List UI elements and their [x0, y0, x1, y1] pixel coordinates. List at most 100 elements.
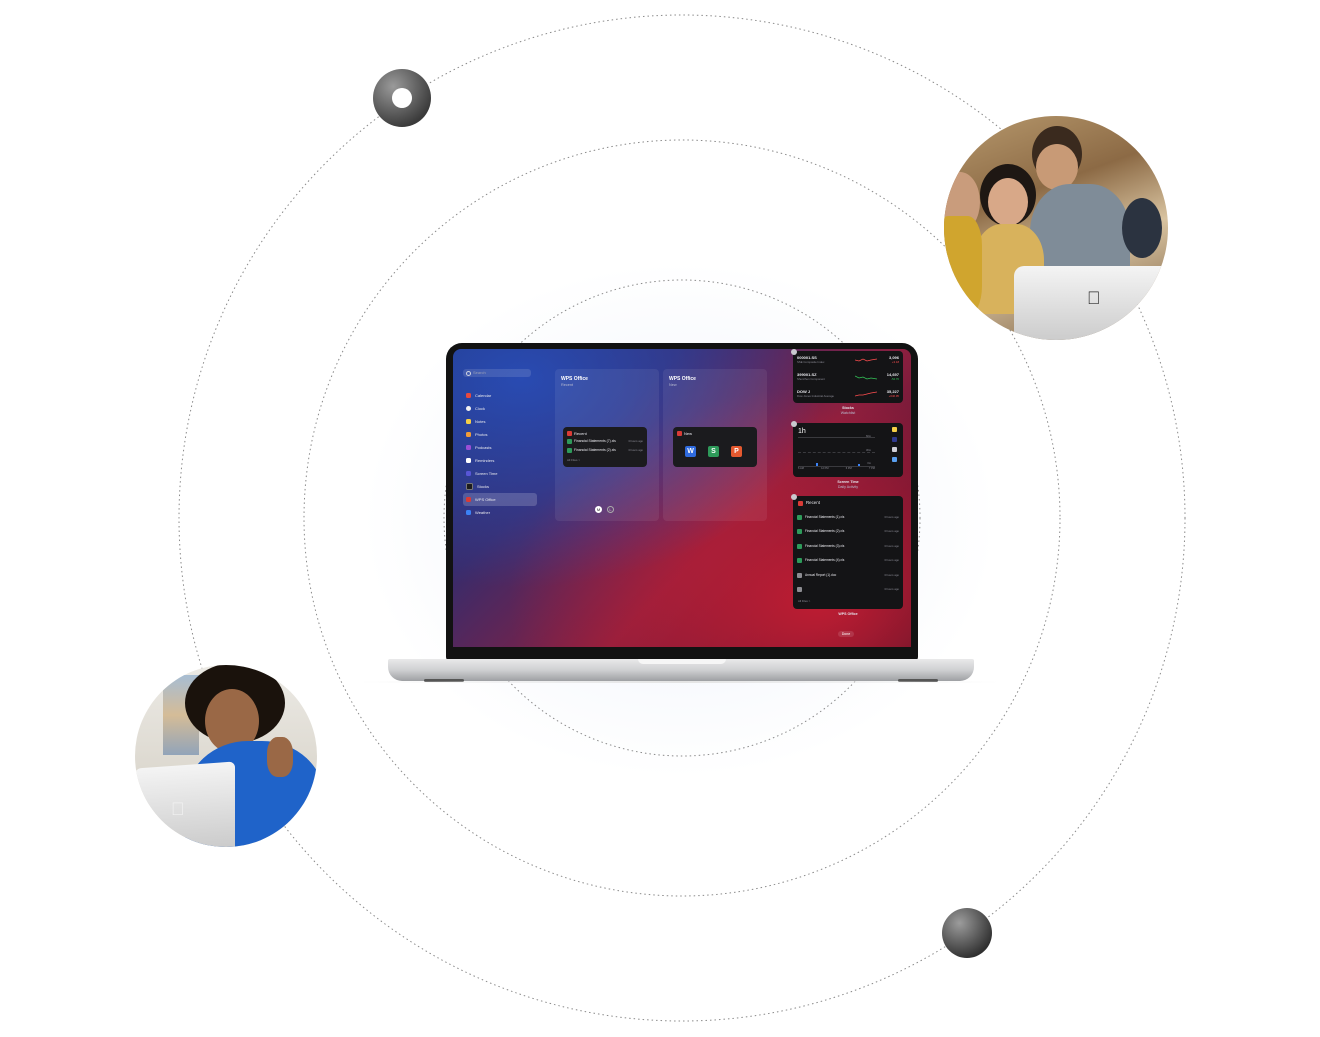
- laptop-opening-notch: [638, 659, 726, 664]
- sidebar-item-label: Screen Time: [475, 470, 498, 476]
- clock-icon: [466, 406, 471, 411]
- list-item[interactable]: Annual Report (1).doc 3 hours ago: [797, 570, 899, 581]
- stock-change: +3.18: [891, 359, 899, 364]
- new-widget-preview[interactable]: New W S P: [673, 427, 757, 467]
- sidebar-item-label: Clock: [475, 405, 486, 411]
- stock-row[interactable]: 000001.SS SSE Composite Index 3,096 +3.18: [797, 354, 899, 365]
- done-button[interactable]: Done: [838, 631, 854, 637]
- sidebar-item-screen-time[interactable]: Screen Time: [463, 467, 537, 480]
- sparkline-up: [855, 391, 877, 396]
- panel-title: WPS Office: [669, 376, 696, 382]
- widget-title: New: [684, 430, 693, 436]
- laptop-screen: Search Calendar Clock Notes Photos Podca…: [453, 349, 911, 647]
- panel-subtitle: Recent: [561, 383, 574, 387]
- remove-widget-icon[interactable]: [791, 494, 797, 500]
- sidebar-item-reminders[interactable]: Reminders: [463, 454, 537, 467]
- grid-label: 0m: [867, 462, 871, 465]
- size-pager: M L: [595, 506, 614, 513]
- new-presentation-button[interactable]: P: [731, 446, 742, 457]
- file-name: Financial Statements (3).xls: [805, 543, 845, 548]
- file-time: 3 hours ago: [884, 529, 899, 534]
- notes-icon: [466, 419, 471, 424]
- stock-symbol: 000001.SS: [797, 354, 817, 360]
- file-name: Financial Statements (2).xls: [805, 528, 845, 533]
- sidebar-item-label: Reminders: [475, 457, 495, 463]
- pager-dot-active[interactable]: M: [595, 506, 602, 513]
- podcasts-icon: [466, 445, 471, 450]
- stocks-widget[interactable]: 000001.SS SSE Composite Index 3,096 +3.18 …: [791, 349, 903, 403]
- all-files-link[interactable]: All Files >: [798, 600, 810, 603]
- widget-gallery-recent[interactable]: WPS Office Recent Recent Financial State…: [555, 369, 659, 521]
- search-input[interactable]: Search: [463, 369, 531, 377]
- recent-widget-preview[interactable]: Recent Financial Statements (7).xls 3 ho…: [563, 427, 647, 467]
- usage-chart: [798, 437, 875, 467]
- list-item[interactable]: Financial Statements (1).xls 3 hours ago: [797, 512, 899, 523]
- screen-time-widget[interactable]: 1h 60m 30m 0m 6 AM 12 PM 6 PM 7 PM: [791, 421, 903, 477]
- spreadsheet-icon: [797, 544, 802, 549]
- file-name: Annual Report (1).doc: [805, 572, 837, 577]
- grid-label: 30m: [865, 449, 871, 452]
- laptop-shadow: [360, 681, 1000, 683]
- team-photo: : [944, 116, 1168, 340]
- screen-time-caption: Screen Time Daily Activity: [793, 480, 903, 489]
- sidebar-item-wps-office[interactable]: WPS Office: [463, 493, 537, 506]
- list-item[interactable]: Financial Statements (2).xls 3 hours ago: [567, 448, 643, 453]
- list-item[interactable]: Financial Statements (7).xls 3 hours ago: [567, 439, 643, 444]
- stock-symbol: DOW J: [797, 388, 811, 394]
- stock-price: 35,227: [886, 388, 899, 394]
- list-item[interactable]: Financial Statements (2).xls 3 hours ago: [797, 526, 899, 537]
- sidebar-item-label: Podcasts: [475, 444, 492, 450]
- sidebar-item-label: Notes: [475, 418, 486, 424]
- caption-subtitle: Daily Activity: [837, 485, 859, 489]
- list-item[interactable]: 3 hours ago: [797, 584, 899, 595]
- stock-change: +646.95: [888, 393, 899, 398]
- app-icon: [892, 457, 897, 462]
- file-time: 3 hours ago: [884, 573, 899, 578]
- stocks-caption: Stocks Watchlist: [793, 406, 903, 415]
- spreadsheet-icon: [797, 529, 802, 534]
- sidebar-item-clock[interactable]: Clock: [463, 402, 537, 415]
- stock-row[interactable]: 399001.SZ Shenzhen Component 14,697 -54.76: [797, 371, 899, 382]
- file-time: 3 hours ago: [884, 515, 899, 520]
- sidebar-item-stocks[interactable]: Stocks: [463, 480, 537, 493]
- new-document-button[interactable]: W: [685, 446, 696, 457]
- wps-logo-icon: [798, 501, 803, 506]
- sidebar-item-notes[interactable]: Notes: [463, 415, 537, 428]
- file-name: Financial Statements (7).xls: [574, 438, 616, 443]
- widget-gallery-new[interactable]: WPS Office New New W S P: [663, 369, 767, 521]
- stock-row[interactable]: DOW J Dow Jones Industrial Average 35,227…: [797, 388, 899, 399]
- caption-title: Stocks: [842, 406, 854, 410]
- wps-office-icon: [466, 497, 471, 502]
- wps-logo-icon: [677, 431, 682, 436]
- axis-label: 12 PM: [821, 467, 829, 470]
- all-files-link[interactable]: All Files >: [567, 459, 580, 462]
- sphere-decoration: [942, 908, 992, 958]
- stock-symbol: 399001.SZ: [797, 371, 817, 377]
- remove-widget-icon[interactable]: [791, 421, 797, 427]
- sidebar-item-podcasts[interactable]: Podcasts: [463, 441, 537, 454]
- hourglass-icon: [466, 471, 471, 476]
- panel-subtitle: New: [669, 383, 677, 387]
- stock-price: 3,096: [888, 354, 899, 360]
- spreadsheet-icon: [797, 558, 802, 563]
- ring-ball-decoration: [373, 69, 431, 127]
- calendar-icon: [466, 393, 471, 398]
- wps-caption: WPS Office: [838, 612, 858, 616]
- list-item[interactable]: Financial Statements (4).xls 3 hours ago: [797, 555, 899, 566]
- laptop-illustration: [135, 761, 235, 847]
- file-name: Financial Statements (1).xls: [805, 514, 845, 519]
- widget-sidebar: Calendar Clock Notes Photos Podcasts Rem…: [463, 389, 537, 519]
- wps-recent-widget[interactable]: Recent Financial Statements (1).xls 3 hou…: [791, 494, 903, 609]
- file-name: Financial Statements (2).xls: [574, 447, 616, 452]
- file-time: 3 hours ago: [628, 439, 643, 444]
- sidebar-item-calendar[interactable]: Calendar: [463, 389, 537, 402]
- spreadsheet-icon: [567, 439, 572, 444]
- reminders-icon: [466, 458, 471, 463]
- pager-dot[interactable]: L: [607, 506, 614, 513]
- list-item[interactable]: Financial Statements (3).xls 3 hours ago: [797, 541, 899, 552]
- file-time: 3 hours ago: [628, 448, 643, 453]
- sidebar-item-photos[interactable]: Photos: [463, 428, 537, 441]
- sidebar-item-weather[interactable]: Weather: [463, 506, 537, 519]
- widget-title: Recent: [806, 500, 820, 506]
- new-spreadsheet-button[interactable]: S: [708, 446, 719, 457]
